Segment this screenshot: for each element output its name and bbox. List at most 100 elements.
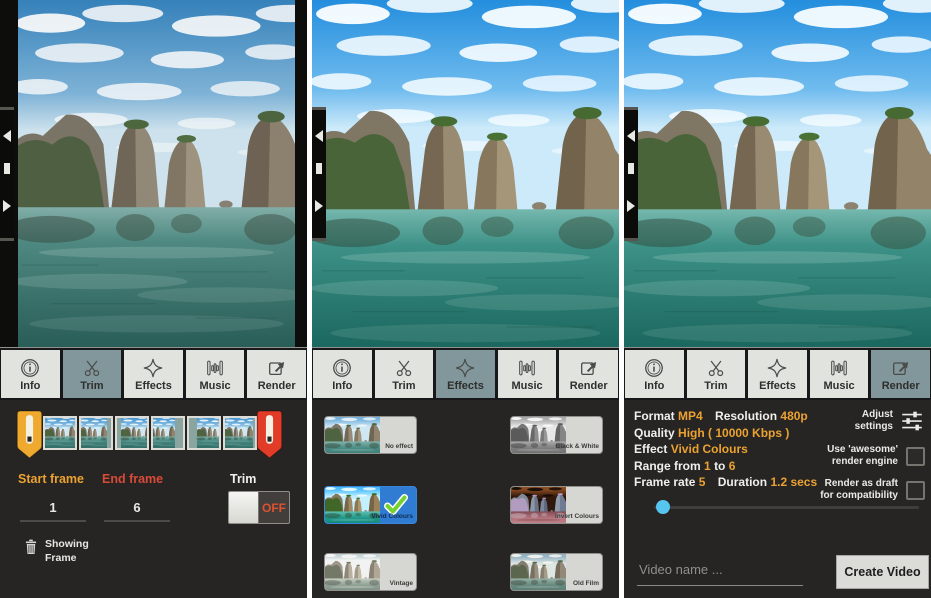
adjust-settings-button[interactable]: Adjust settings [805, 408, 925, 434]
handle-pause-icon [628, 163, 634, 174]
render-progress-slider-thumb[interactable] [656, 500, 670, 514]
effect-thumbnail [325, 417, 380, 453]
frame-thumbnail [117, 418, 147, 448]
end-frame-marker[interactable] [256, 410, 283, 459]
effect-card-invert-colours[interactable]: Invert Colours [510, 486, 603, 524]
tab-bar: Info Trim Effects Music Render [624, 347, 931, 400]
duration-label: Duration [718, 475, 767, 489]
filmstrip-frame[interactable] [151, 416, 185, 450]
tab-music[interactable]: Music [810, 350, 869, 398]
effect-label: Black & White [556, 443, 599, 450]
effects-grid: No effect Black & White Vivid Colours In… [312, 400, 619, 598]
scissors-icon [81, 357, 103, 379]
panel-trim: Info Trim Effects Music Render [0, 0, 307, 598]
render-summary: Format MP4 Resolution 480p Quality High … [634, 408, 826, 491]
tab-music[interactable]: Music [186, 350, 245, 398]
tab-music[interactable]: Music [498, 350, 557, 398]
export-icon [890, 357, 912, 379]
filmstrip-frame[interactable] [115, 416, 149, 450]
export-icon [578, 357, 600, 379]
app-screenshots-row: Info Trim Effects Music Render [0, 0, 931, 598]
draft-checkbox[interactable] [906, 481, 925, 500]
tab-label: Render [258, 380, 296, 392]
tab-label: Trim [704, 380, 727, 392]
info-icon [643, 357, 665, 379]
effect-label: No effect [385, 443, 413, 450]
tab-trim[interactable]: Trim [63, 350, 122, 398]
render-options-column: Adjust settings Use 'awesome' render eng… [805, 408, 925, 502]
effect-card-old-film[interactable]: Old Film [510, 553, 603, 591]
toggle-state-label: OFF [259, 492, 289, 523]
framerate-label: Frame rate [634, 475, 695, 489]
tab-label: Music [199, 380, 230, 392]
tab-bar: Info Trim Effects Music Render [0, 347, 307, 400]
side-drawer-handle[interactable] [624, 107, 638, 241]
start-frame-input[interactable] [20, 494, 86, 522]
effect-card-vivid-colours[interactable]: Vivid Colours [324, 486, 417, 524]
bay-photo-image [18, 0, 295, 347]
preview-photo-trim [0, 0, 307, 347]
tab-info[interactable]: Info [313, 350, 372, 398]
bay-photo [18, 0, 295, 347]
handle-arrow-right-icon [627, 200, 635, 212]
bay-photo-image [312, 0, 619, 347]
tab-label: Effects [759, 380, 796, 392]
tab-render[interactable]: Render [871, 350, 930, 398]
tab-render[interactable]: Render [559, 350, 618, 398]
tab-render[interactable]: Render [247, 350, 306, 398]
bay-photo [312, 0, 619, 347]
tab-label: Effects [447, 380, 484, 392]
draft-label: Render as draft for compatibility [814, 478, 898, 502]
effect-label: Old Film [573, 580, 599, 587]
range-end-value: 6 [729, 459, 736, 473]
handle-arrow-left-icon [315, 130, 323, 142]
filmstrip-frame[interactable] [79, 416, 113, 450]
tab-bar: Info Trim Effects Music Render [312, 347, 619, 400]
sliders-icon [899, 408, 925, 434]
tab-label: Info [332, 380, 352, 392]
quality-line: Quality High ( 10000 Kbps ) [634, 425, 826, 442]
effect-card-black-white[interactable]: Black & White [510, 416, 603, 454]
effect-label: Vintage [390, 580, 413, 587]
format-value: MP4 [678, 409, 703, 423]
effect-thumbnail [511, 554, 566, 590]
panel-render: Info Trim Effects Music Render F [624, 0, 931, 598]
framerate-value: 5 [699, 475, 706, 489]
end-frame-input[interactable] [104, 494, 170, 522]
range-label: Range from [634, 459, 701, 473]
start-frame-marker[interactable] [16, 410, 43, 459]
tab-effects[interactable]: Effects [436, 350, 495, 398]
effect-card-no-effect[interactable]: No effect [324, 416, 417, 454]
start-frame-label: Start frame [18, 472, 84, 486]
handle-pause-icon [316, 163, 322, 174]
tab-label: Music [823, 380, 854, 392]
sparkle-icon [766, 357, 788, 379]
tab-trim[interactable]: Trim [687, 350, 746, 398]
filmstrip-frame[interactable] [43, 416, 77, 450]
video-name-input[interactable] [637, 553, 803, 586]
effect-line: Effect Vivid Colours [634, 441, 826, 458]
side-drawer-handle[interactable] [312, 107, 326, 241]
filmstrip-frame[interactable] [187, 416, 221, 450]
effect-value: Vivid Colours [671, 442, 748, 456]
trim-label: Trim [230, 472, 256, 486]
tab-effects[interactable]: Effects [124, 350, 183, 398]
trim-toggle[interactable]: OFF [228, 491, 290, 524]
tab-info[interactable]: Info [625, 350, 684, 398]
render-progress-slider-track[interactable] [654, 506, 919, 509]
create-video-button[interactable]: Create Video [836, 555, 929, 589]
trash-icon[interactable] [22, 536, 40, 558]
effect-card-vintage[interactable]: Vintage [324, 553, 417, 591]
frame-thumbnail [153, 418, 183, 448]
tab-effects[interactable]: Effects [748, 350, 807, 398]
filmstrip-frame[interactable] [223, 416, 257, 450]
awesome-engine-checkbox[interactable] [906, 447, 925, 466]
tab-trim[interactable]: Trim [375, 350, 434, 398]
format-label: Format [634, 409, 675, 423]
side-drawer-handle[interactable] [0, 107, 14, 241]
tab-info[interactable]: Info [1, 350, 60, 398]
filmstrip[interactable] [43, 416, 257, 450]
frame-thumbnail [81, 418, 111, 448]
effect-label: Effect [634, 442, 667, 456]
frame-thumbnail [189, 418, 219, 448]
